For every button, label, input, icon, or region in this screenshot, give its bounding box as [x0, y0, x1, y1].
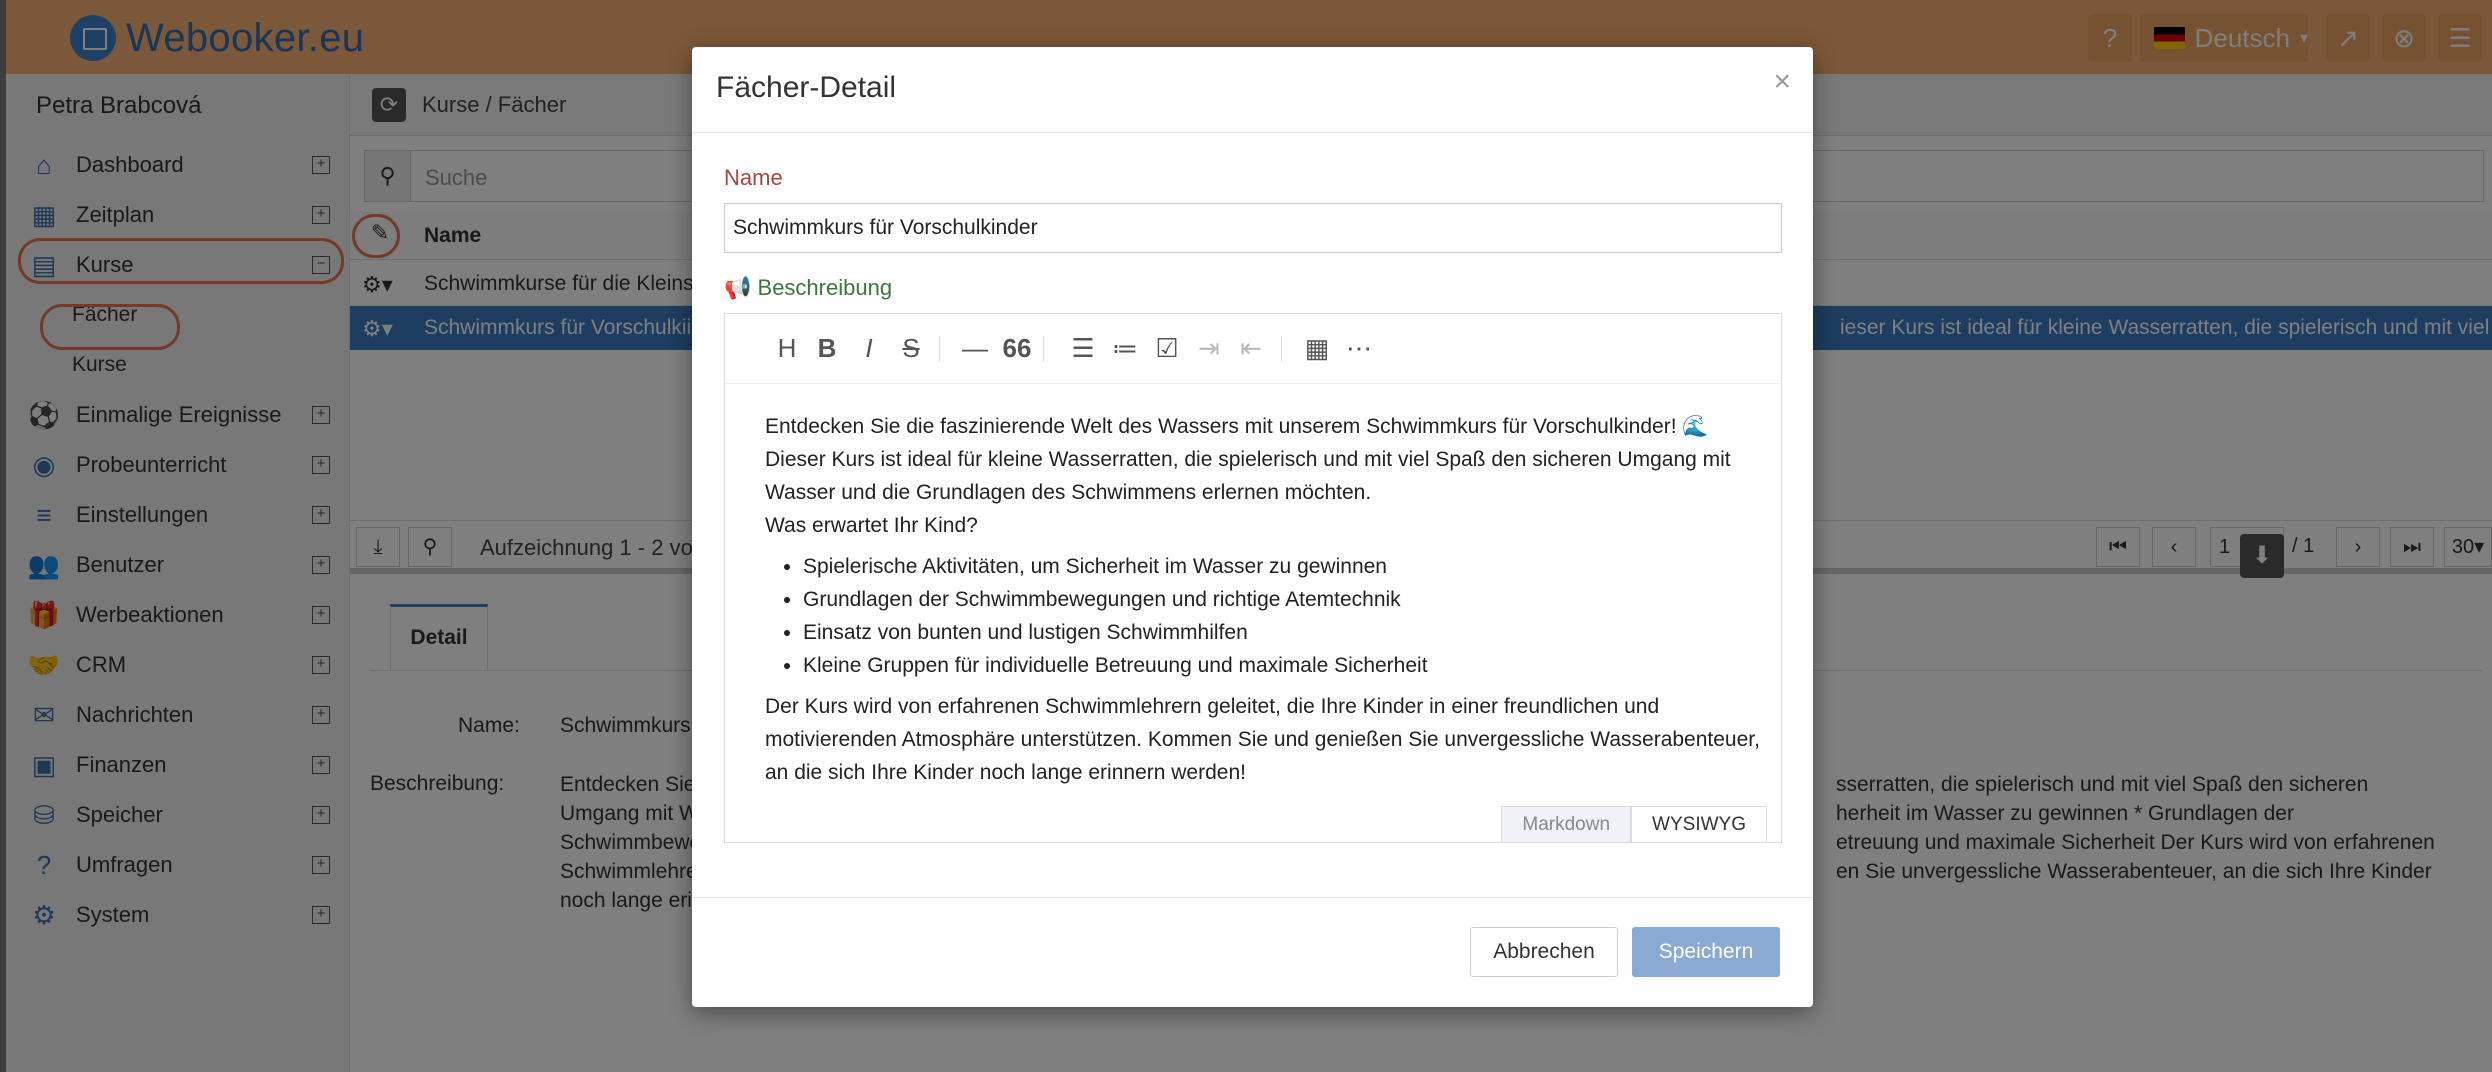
description-label-text: Beschreibung — [757, 275, 893, 300]
paragraph: Was erwartet Ihr Kind? — [765, 514, 978, 537]
bullet-list-icon[interactable]: ☰ — [1063, 328, 1103, 368]
bold-icon[interactable]: B — [807, 328, 847, 368]
list-item: Kleine Gruppen für individuelle Betreuun… — [803, 649, 1765, 682]
mode-switch: Markdown WYSIWYG — [1501, 806, 1767, 842]
editor-content[interactable]: Entdecken Sie die faszinierende Welt des… — [765, 410, 1765, 789]
paragraph: Entdecken Sie die faszinierende Welt des… — [765, 415, 1709, 438]
bullhorn-icon: 📢 — [724, 275, 758, 300]
table-icon[interactable]: ▦ — [1297, 328, 1337, 368]
description-label: 📢 Beschreibung — [724, 275, 892, 301]
quote-icon[interactable]: 66 — [997, 328, 1037, 368]
list-item: Einsatz von bunten und lustigen Schwimmh… — [803, 616, 1765, 649]
toolbar-divider — [1043, 336, 1044, 362]
cancel-button[interactable]: Abbrechen — [1470, 927, 1618, 977]
ordered-list-icon[interactable]: ≔ — [1105, 328, 1145, 368]
editor-toolbar: H B I S — 66 ☰ ≔ ☑ ⇥ ⇤ ▦ ⋯ — [725, 314, 1781, 384]
paragraph: Der Kurs wird von erfahrenen Schwimmlehr… — [765, 695, 1760, 784]
faecher-detail-modal: Fächer-Detail × Name Schwimmkurs für Vor… — [692, 47, 1813, 1007]
more-icon[interactable]: ⋯ — [1339, 328, 1379, 368]
save-button[interactable]: Speichern — [1632, 927, 1780, 977]
heading-icon[interactable]: H — [767, 328, 807, 368]
close-icon[interactable]: × — [1773, 65, 1791, 99]
italic-icon[interactable]: I — [849, 328, 889, 368]
modal-title: Fächer-Detail — [716, 71, 897, 104]
strikethrough-icon[interactable]: S — [891, 328, 931, 368]
bullet-list: Spielerische Aktivitäten, um Sicherheit … — [803, 550, 1765, 682]
markdown-editor[interactable]: H B I S — 66 ☰ ≔ ☑ ⇥ ⇤ ▦ ⋯ Entdecken Sie… — [724, 313, 1782, 843]
list-item: Grundlagen der Schwimmbewegungen und ric… — [803, 583, 1765, 616]
task-list-icon[interactable]: ☑ — [1147, 328, 1187, 368]
horizontal-rule-icon[interactable]: — — [955, 328, 995, 368]
tab-markdown[interactable]: Markdown — [1501, 806, 1632, 842]
paragraph: Dieser Kurs ist ideal für kleine Wasserr… — [765, 448, 1731, 504]
list-item: Spielerische Aktivitäten, um Sicherheit … — [803, 550, 1765, 583]
outdent-icon[interactable]: ⇤ — [1231, 328, 1271, 368]
modal-header: Fächer-Detail × — [692, 47, 1813, 133]
toolbar-divider — [1281, 336, 1282, 362]
name-field[interactable]: Schwimmkurs für Vorschulkinder — [724, 203, 1782, 253]
name-label: Name — [724, 165, 783, 190]
toolbar-divider — [939, 336, 940, 362]
indent-icon[interactable]: ⇥ — [1189, 328, 1229, 368]
tab-wysiwyg[interactable]: WYSIWYG — [1631, 806, 1767, 842]
